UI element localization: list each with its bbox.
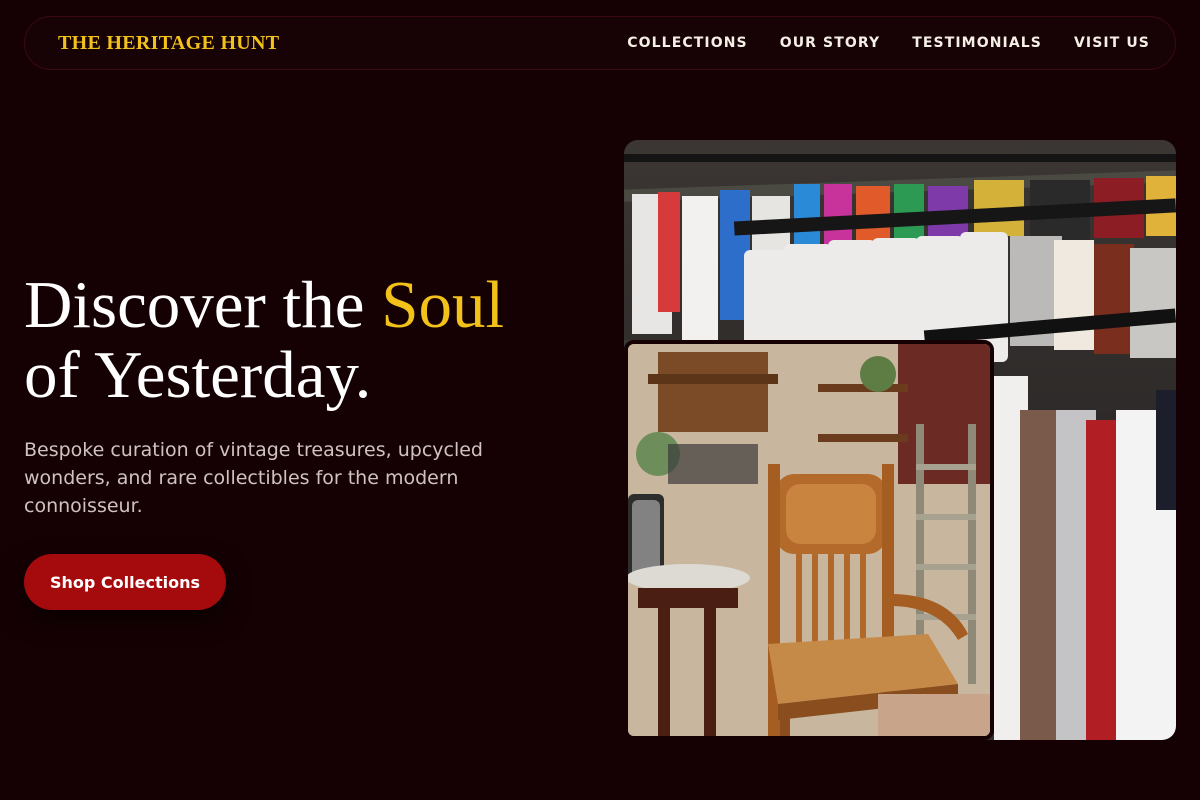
top-navbar: THE HERITAGE HUNT COLLECTIONS OUR STORY … [24,16,1176,70]
nav-links: COLLECTIONS OUR STORY TESTIMONIALS VISIT… [627,35,1150,51]
headline-part1: Discover the [24,268,382,342]
nav-link-visit-us[interactable]: VISIT US [1074,35,1150,51]
hero-subtext: Bespoke curation of vintage treasures, u… [24,439,483,517]
hero-headline: Discover the Soul of Yesterday. [24,270,584,410]
headline-part2: of Yesterday. [24,338,372,412]
headline-accent: Soul [381,268,505,342]
shop-collections-button[interactable]: Shop Collections [24,554,226,610]
antique-chair-shop-photo [624,340,994,740]
hero-section: Discover the Soul of Yesterday. Bespoke … [24,270,584,610]
nav-link-collections[interactable]: COLLECTIONS [627,35,747,51]
brand-logo[interactable]: THE HERITAGE HUNT [58,32,279,55]
nav-link-testimonials[interactable]: TESTIMONIALS [912,35,1042,51]
nav-link-our-story[interactable]: OUR STORY [780,35,881,51]
